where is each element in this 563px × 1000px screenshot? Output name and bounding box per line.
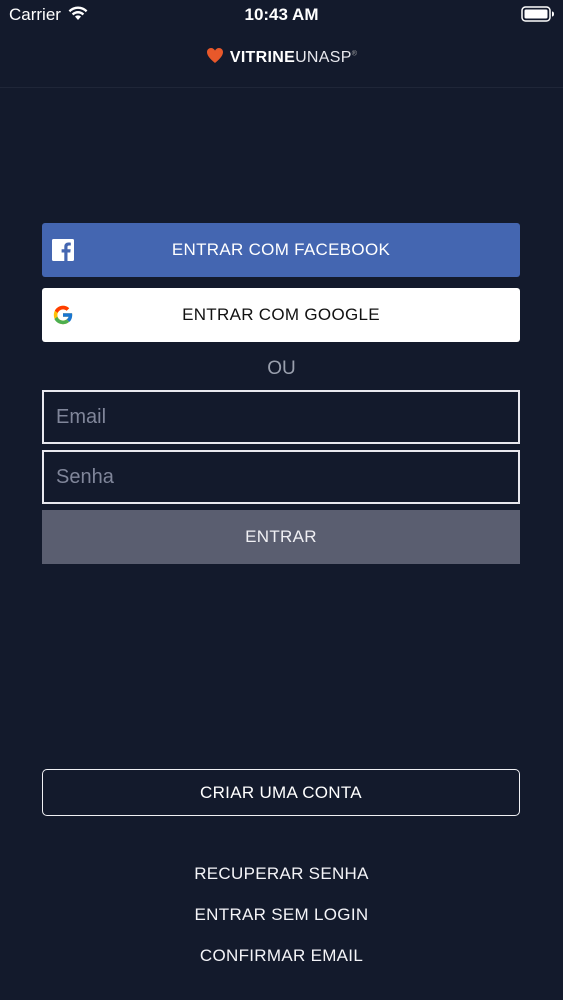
logo-text-unasp: UNASP bbox=[295, 49, 352, 66]
divider-text: OU bbox=[267, 358, 296, 379]
login-submit-button[interactable]: ENTRAR bbox=[42, 510, 520, 564]
facebook-login-label: ENTRAR COM FACEBOOK bbox=[171, 240, 391, 259]
logo-text-vitrine: VITRINE bbox=[229, 49, 296, 66]
app-header: VITRINEUNASP® bbox=[0, 30, 563, 88]
create-account-label: CRIAR UMA CONTA bbox=[200, 782, 362, 802]
heart-logo-icon bbox=[206, 47, 224, 69]
google-login-button[interactable]: ENTRAR COM GOOGLE bbox=[42, 288, 520, 342]
login-submit-label: ENTRAR bbox=[245, 527, 317, 546]
facebook-login-button[interactable]: ENTRAR COM FACEBOOK bbox=[42, 223, 520, 277]
status-bar: Carrier 10:43 AM bbox=[0, 0, 563, 30]
recover-password-link[interactable]: RECUPERAR SENHA bbox=[0, 864, 563, 884]
google-login-label: ENTRAR COM GOOGLE bbox=[182, 305, 380, 324]
password-field[interactable] bbox=[42, 450, 520, 504]
guest-login-link[interactable]: ENTRAR SEM LOGIN bbox=[0, 905, 563, 925]
google-icon bbox=[51, 303, 75, 327]
confirm-email-link[interactable]: CONFIRMAR EMAIL bbox=[0, 946, 563, 966]
app-logo: VITRINEUNASP® bbox=[0, 47, 563, 69]
battery-icon bbox=[521, 6, 555, 27]
logo-registered-mark: ® bbox=[351, 50, 358, 58]
status-time: 10:43 AM bbox=[244, 5, 319, 24]
email-field[interactable] bbox=[42, 390, 520, 444]
facebook-icon bbox=[51, 238, 75, 262]
create-account-button[interactable]: CRIAR UMA CONTA bbox=[42, 769, 520, 816]
